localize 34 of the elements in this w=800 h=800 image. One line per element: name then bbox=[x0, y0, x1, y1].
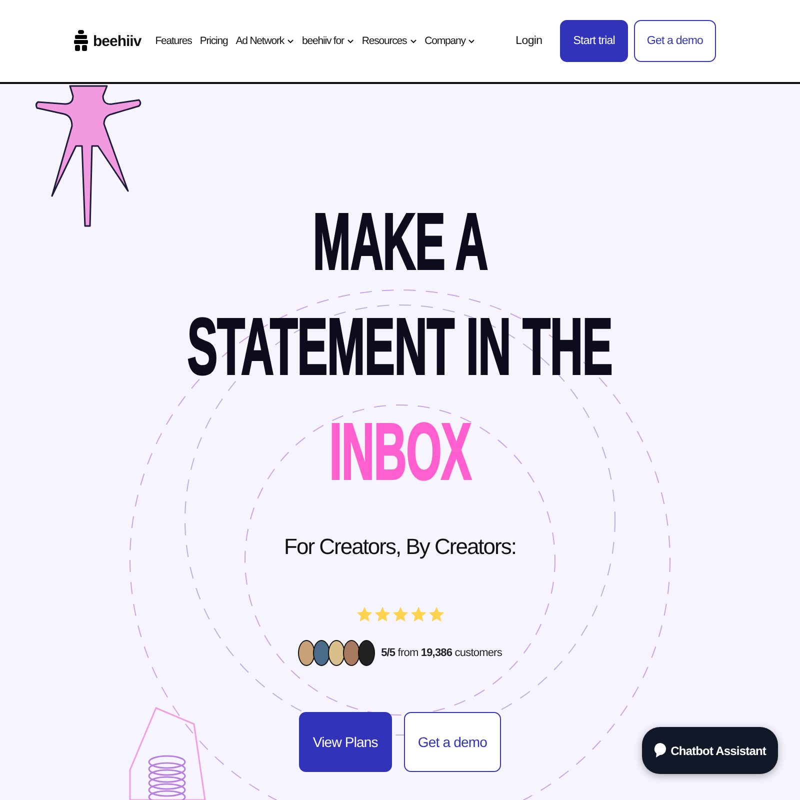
nav-link[interactable]: beehiiv for bbox=[302, 35, 354, 47]
avatar bbox=[328, 640, 346, 666]
login-link[interactable]: Login bbox=[516, 35, 542, 47]
avatar bbox=[358, 640, 376, 666]
demo-button[interactable]: Get a demo bbox=[404, 712, 502, 772]
view-plans-button[interactable]: View Plans bbox=[298, 712, 392, 772]
demo-button[interactable]: Get a demo bbox=[634, 20, 716, 62]
star-icon bbox=[374, 606, 390, 623]
avatar bbox=[298, 640, 316, 666]
nav-link[interactable]: Pricing bbox=[200, 35, 228, 47]
star-icon bbox=[392, 606, 408, 623]
star-icon bbox=[410, 606, 426, 623]
avatar bbox=[343, 640, 360, 666]
nav-link[interactable]: Ad Network bbox=[236, 35, 294, 47]
chevron-down-icon bbox=[410, 38, 417, 44]
start-trial-button[interactable]: Start trial bbox=[560, 20, 628, 62]
headline-line: INBOX bbox=[329, 406, 471, 498]
nav-link[interactable]: Features bbox=[155, 35, 192, 47]
logo-icon bbox=[74, 30, 88, 52]
chat-bubble-icon bbox=[654, 743, 666, 758]
star-icon bbox=[428, 606, 444, 623]
logo-text[interactable]: beehiiv bbox=[93, 32, 142, 50]
nav-link[interactable]: Company bbox=[424, 35, 476, 47]
rating-text: 5/5 from 19,386 customers bbox=[381, 647, 502, 659]
chatbot-button[interactable]: Chatbot Assistant bbox=[642, 727, 778, 774]
chevron-down-icon bbox=[287, 38, 294, 44]
star-icon bbox=[356, 606, 372, 623]
headline-line: STATEMENT IN THE bbox=[188, 301, 612, 393]
avatar bbox=[313, 640, 330, 666]
headline-line: MAKE A bbox=[312, 196, 488, 288]
chevron-down-icon bbox=[346, 38, 354, 44]
nav-link[interactable]: Resources bbox=[362, 35, 417, 47]
subtitle: For Creators, By Creators: bbox=[284, 534, 516, 560]
chevron-down-icon bbox=[468, 38, 476, 44]
